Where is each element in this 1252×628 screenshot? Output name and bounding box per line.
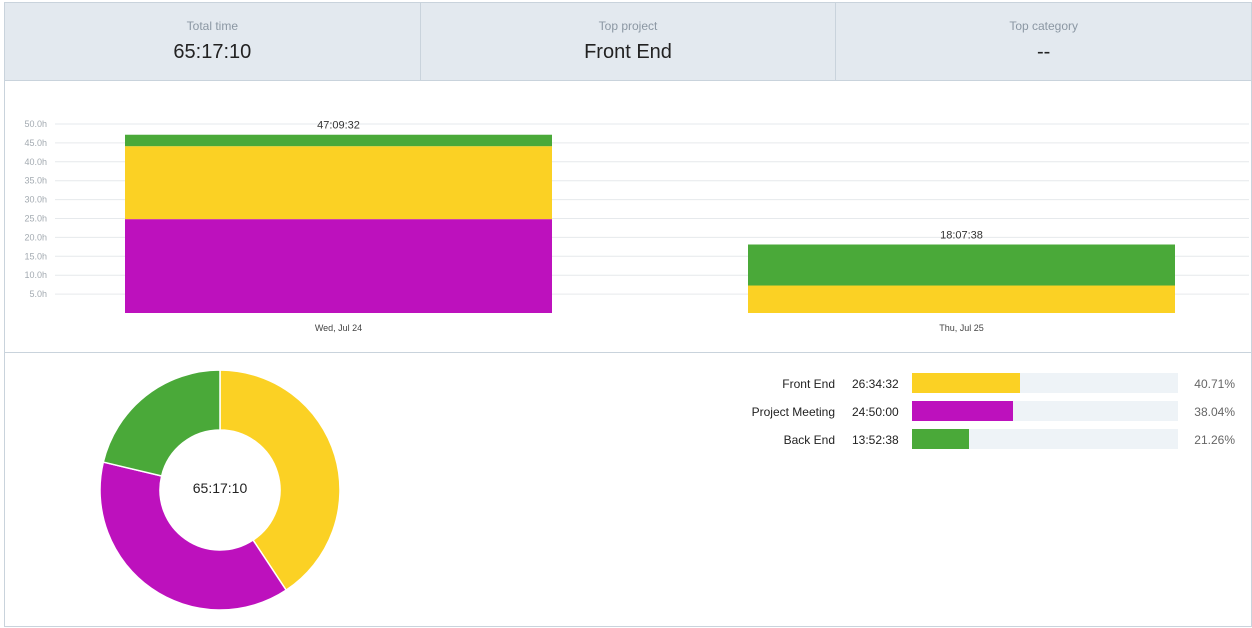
bar-total-label: 18:07:38	[940, 230, 983, 242]
y-tick-label: 35.0h	[24, 176, 47, 186]
top-project-label: Top project	[598, 19, 658, 33]
breakdown-row-project-meeting[interactable]: Project Meeting 24:50:00 38.04%	[705, 401, 1235, 429]
project-percent: 40.71%	[1194, 377, 1235, 391]
project-progress-fill	[912, 429, 969, 449]
project-progress-track	[912, 429, 1178, 449]
project-duration: 13:52:38	[852, 433, 899, 447]
y-tick-label: 50.0h	[24, 119, 47, 129]
daily-bar-chart: 5.0h 10.0h 15.0h 20.0h 25.0h 30.0h 35.0h 40.0h 4…	[24, 119, 1249, 333]
breakdown-row-back-end[interactable]: Back End 13:52:38 21.26%	[705, 429, 1235, 457]
total-time-card: Total time 65:17:10	[5, 3, 421, 80]
bar-total-label: 47:09:32	[317, 120, 360, 132]
project-name: Back End	[783, 433, 835, 447]
y-tick-label: 5.0h	[29, 289, 47, 299]
top-project-value: Front End	[584, 41, 672, 63]
total-time-value: 65:17:10	[173, 41, 252, 63]
bar-segment	[748, 244, 1175, 286]
project-duration: 26:34:32	[852, 377, 899, 391]
project-progress-fill	[912, 401, 1014, 421]
top-category-value: --	[1037, 41, 1051, 63]
project-percent: 38.04%	[1194, 405, 1235, 419]
top-project-card: Top project Front End	[421, 3, 837, 80]
project-progress-track	[912, 401, 1178, 421]
donut-center-total: 65:17:10	[192, 480, 248, 496]
y-tick-label: 10.0h	[24, 270, 47, 280]
project-breakdown-list: Front End 26:34:32 40.71% Project Meetin…	[705, 373, 1235, 457]
project-progress-fill	[912, 373, 1021, 393]
bar-segment	[125, 134, 552, 147]
y-tick-label: 15.0h	[24, 251, 47, 261]
donut-slice	[102, 370, 221, 477]
top-category-card: Top category --	[836, 3, 1251, 80]
x-tick-label: Wed, Jul 24	[315, 323, 362, 333]
project-duration: 24:50:00	[852, 405, 899, 419]
project-breakdown-panel: 65:17:10 Front End 26:34:32 40.71% Proje…	[4, 353, 1252, 627]
project-progress-track	[912, 373, 1178, 393]
total-time-label: Total time	[186, 19, 239, 33]
project-name: Project Meeting	[751, 405, 835, 419]
summary-bar: Total time 65:17:10 Top project Front En…	[4, 2, 1252, 81]
project-percent: 21.26%	[1194, 433, 1235, 447]
bar-segment	[125, 146, 552, 220]
bar-segment	[125, 219, 552, 313]
y-tick-label: 40.0h	[24, 157, 47, 167]
top-category-label: Top category	[1009, 19, 1079, 33]
y-tick-label: 45.0h	[24, 138, 47, 148]
project-name: Front End	[782, 377, 835, 391]
breakdown-row-front-end[interactable]: Front End 26:34:32 40.71%	[705, 373, 1235, 401]
y-tick-label: 20.0h	[24, 232, 47, 242]
x-tick-label: Thu, Jul 25	[939, 323, 984, 333]
y-tick-label: 25.0h	[24, 214, 47, 224]
bar-segment	[748, 285, 1175, 313]
daily-bar-chart-panel: 5.0h 10.0h 15.0h 20.0h 25.0h 30.0h 35.0h 40.0h 4…	[4, 81, 1252, 353]
y-tick-label: 30.0h	[24, 195, 47, 205]
reports-page: Total time 65:17:10 Top project Front En…	[0, 0, 1252, 628]
